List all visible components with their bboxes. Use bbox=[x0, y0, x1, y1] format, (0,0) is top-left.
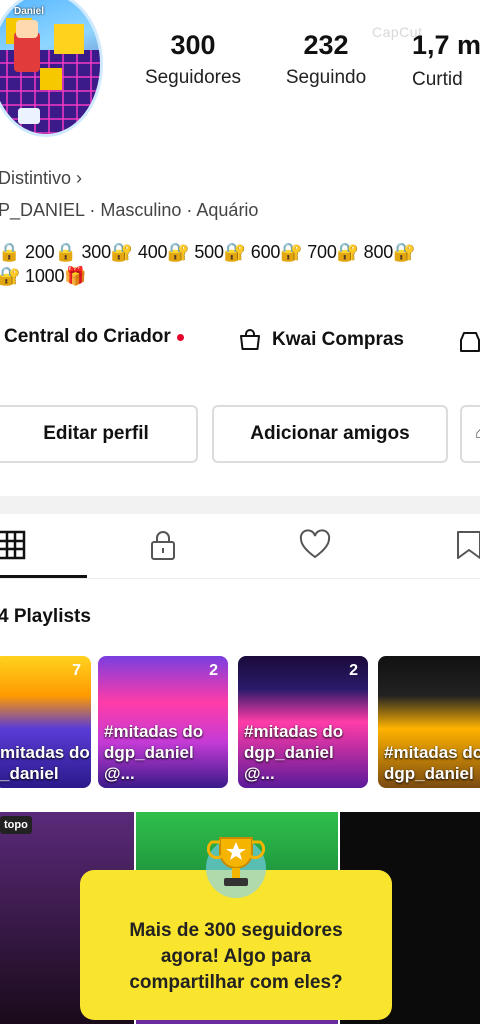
popup-message: Mais de 300 seguidores agora! Algo para … bbox=[129, 920, 343, 993]
more-button-icon: ⌂ bbox=[475, 425, 480, 442]
followers-stat[interactable]: 300 Seguidores bbox=[140, 30, 246, 89]
playlist-card[interactable]: #mitadas do dgp_daniel bbox=[378, 656, 480, 788]
trophy-icon bbox=[206, 837, 266, 898]
likes-count: 1,7 m bbox=[412, 30, 480, 60]
playlist-card[interactable]: 2 #mitadas do dgp_daniel @... bbox=[238, 656, 368, 788]
playlist-title: #mitadas do dgp_daniel @... bbox=[244, 722, 344, 783]
grid-icon[interactable] bbox=[0, 528, 28, 562]
playlists-title: 4 Playlists bbox=[0, 606, 91, 627]
notification-dot bbox=[176, 333, 184, 341]
tab-divider bbox=[0, 578, 480, 579]
playlist-title: mitadas do _daniel bbox=[0, 743, 90, 783]
playlist-count: 2 bbox=[209, 662, 218, 679]
edit-profile-button[interactable]: Editar perfil bbox=[0, 405, 198, 463]
likes-stat[interactable]: 1,7 m Curtid bbox=[412, 30, 480, 91]
playlist-card[interactable]: 7 mitadas do _daniel bbox=[0, 656, 91, 788]
following-label: Seguindo bbox=[285, 67, 367, 88]
following-stat[interactable]: 232 Seguindo bbox=[276, 30, 376, 89]
avatar-character-head bbox=[16, 20, 38, 38]
followers-count: 300 bbox=[170, 30, 216, 60]
following-count: 232 bbox=[303, 30, 349, 60]
creator-center-label: Central do Criador bbox=[4, 326, 171, 347]
shopping-bag-icon bbox=[240, 329, 260, 350]
kwai-shop-link[interactable]: Kwai Compras bbox=[238, 328, 404, 352]
avatar[interactable]: Daniel bbox=[0, 0, 100, 134]
playlist-title: #mitadas do dgp_daniel bbox=[384, 743, 480, 783]
section-divider bbox=[0, 496, 480, 514]
lock-icon[interactable] bbox=[146, 528, 180, 562]
playlist-count: 2 bbox=[349, 662, 358, 679]
bio-line: 🔐 1000🎁 bbox=[0, 266, 87, 286]
pinned-tag: topo bbox=[0, 816, 32, 834]
kwai-shop-label: Kwai Compras bbox=[272, 329, 404, 350]
creator-center-link[interactable]: Central do Criador bbox=[4, 326, 184, 348]
avatar-name: Daniel bbox=[14, 6, 45, 17]
bookmark-icon[interactable] bbox=[452, 528, 480, 562]
playlist-title: #mitadas do dgp_daniel @... bbox=[104, 722, 204, 783]
more-button[interactable]: ⌂ bbox=[460, 405, 480, 463]
avatar-cube bbox=[40, 68, 62, 90]
heart-icon[interactable] bbox=[298, 528, 332, 562]
bio-line: 🔒 200🔒 300🔐 400🔐 500🔐 600🔐 700🔐 800🔐 bbox=[0, 242, 416, 262]
profile-info-line: P_DANIEL · Masculino · Aquário bbox=[0, 200, 259, 220]
likes-label: Curtid bbox=[412, 69, 463, 90]
avatar-cube bbox=[54, 24, 84, 54]
playlist-card[interactable]: 2 #mitadas do dgp_daniel @... bbox=[98, 656, 228, 788]
avatar-character bbox=[14, 32, 40, 72]
followers-label: Seguidores bbox=[144, 67, 242, 88]
store-icon[interactable] bbox=[458, 330, 480, 354]
add-friends-button[interactable]: Adicionar amigos bbox=[212, 405, 448, 463]
badge-link[interactable]: Distintivo › bbox=[0, 168, 82, 189]
playlist-count: 7 bbox=[72, 662, 81, 679]
avatar-play-icon bbox=[18, 108, 40, 124]
